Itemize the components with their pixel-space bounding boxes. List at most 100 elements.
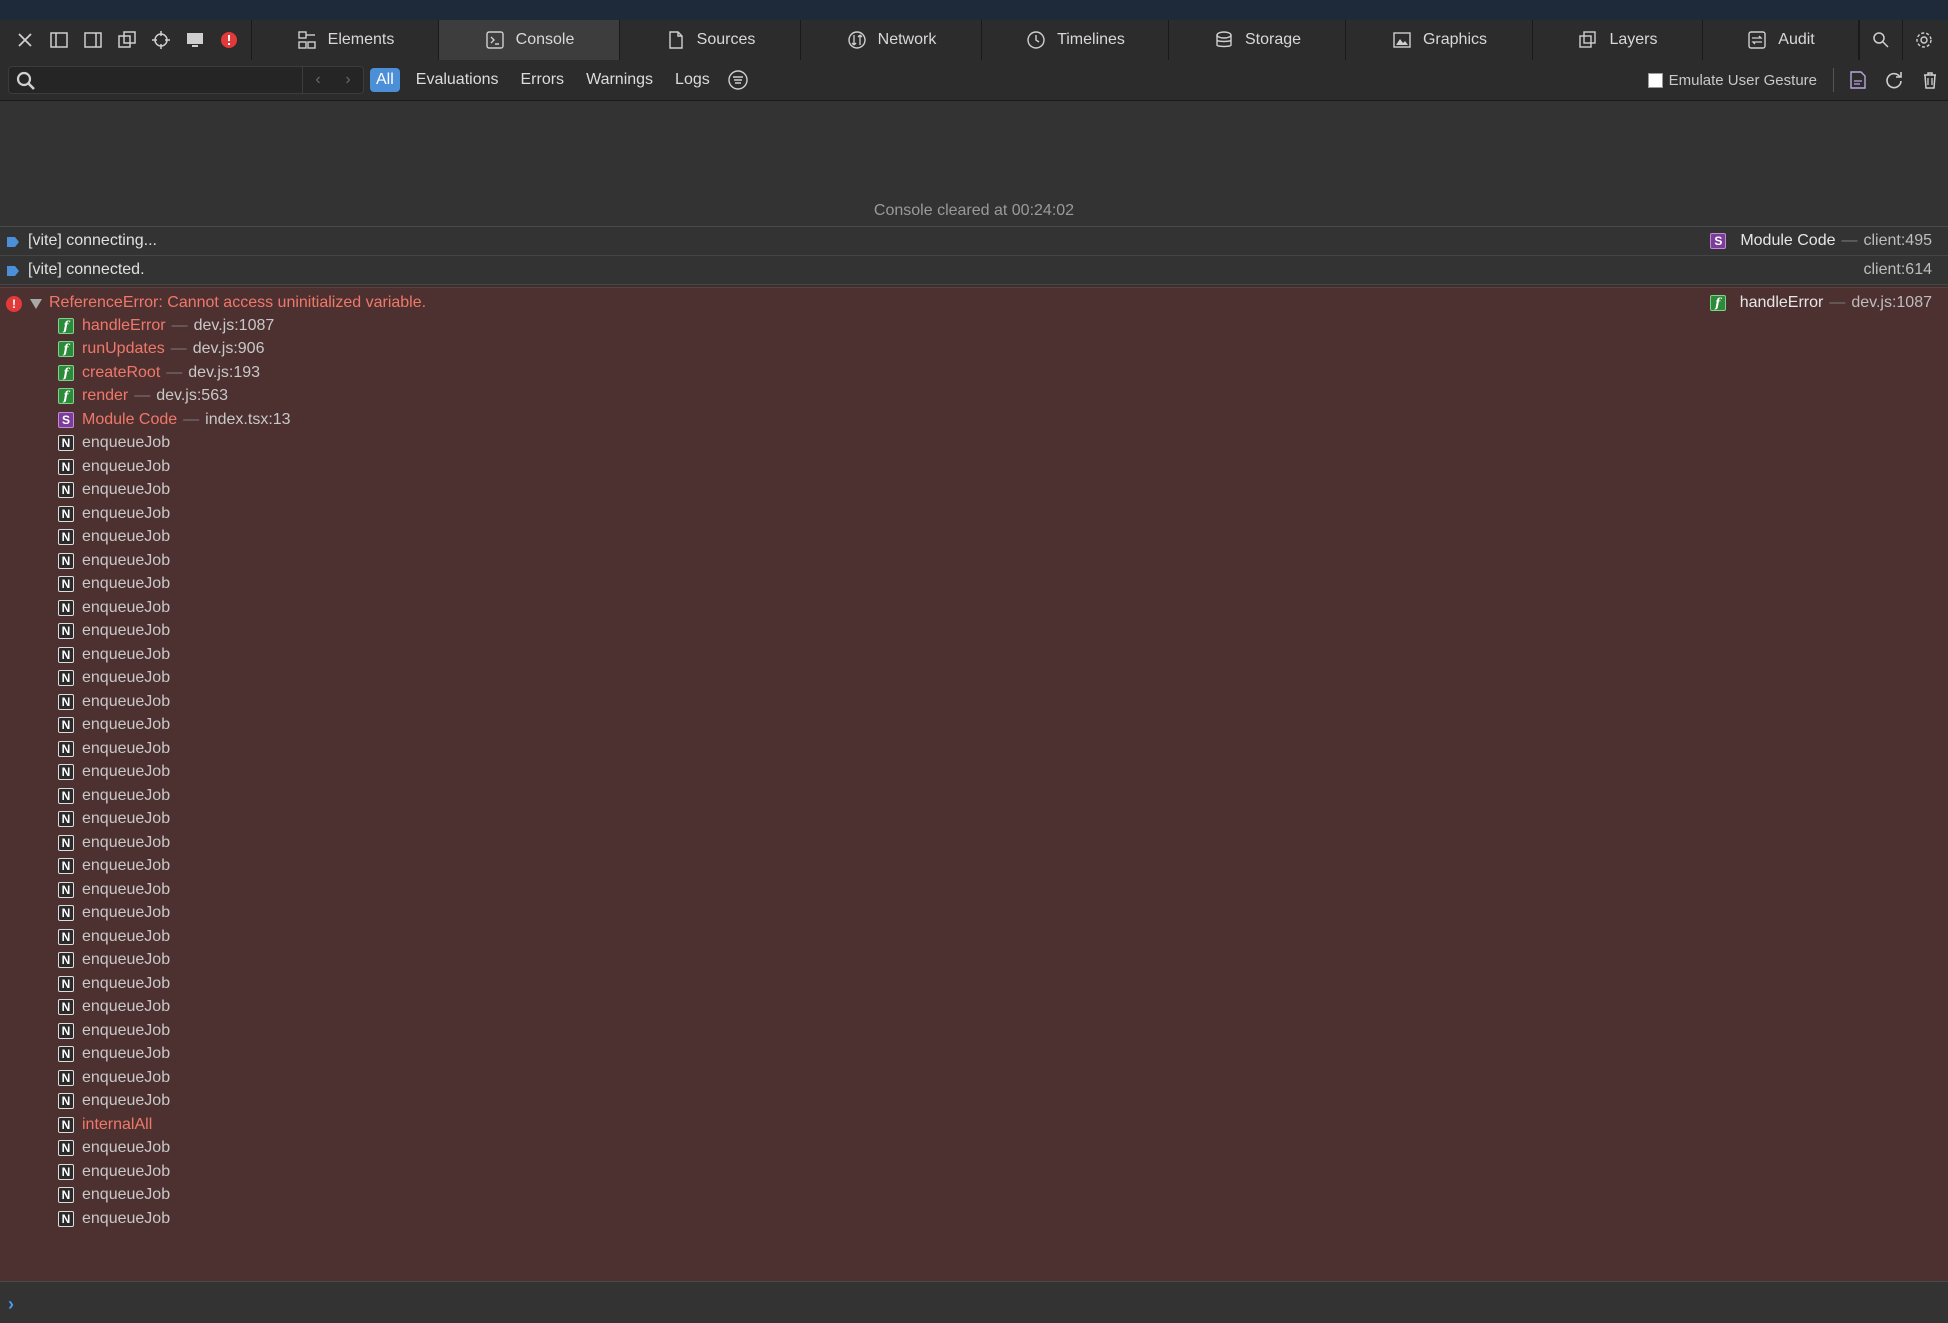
stack-frame[interactable]: NenqueueJob (0, 1019, 1948, 1043)
stack-frame[interactable]: NenqueueJob (0, 972, 1948, 996)
disclosure-triangle-icon[interactable] (30, 299, 42, 309)
frame-function-name: enqueueJob (82, 1209, 171, 1227)
tab-graphics[interactable]: Graphics (1346, 20, 1533, 60)
filter-options-icon[interactable] (726, 68, 750, 92)
tab-console[interactable]: Console (439, 20, 620, 60)
stack-frame[interactable]: NenqueueJob (0, 1066, 1948, 1090)
native-icon: N (58, 928, 74, 945)
stack-frame[interactable]: NenqueueJob (0, 573, 1948, 597)
chevron-left-icon[interactable]: ‹ (303, 67, 333, 93)
device-settings-icon[interactable] (178, 20, 212, 60)
evaluate-js-button[interactable] (1840, 60, 1876, 100)
source-location[interactable]: client:614 (1864, 256, 1933, 284)
filter-all[interactable]: All (370, 68, 400, 92)
stack-frame[interactable]: NenqueueJob (0, 1043, 1948, 1067)
dock-left-icon[interactable] (42, 20, 76, 60)
clear-console-button[interactable] (1912, 60, 1948, 100)
dock-right-icon[interactable] (76, 20, 110, 60)
stack-frame[interactable]: NenqueueJob (0, 643, 1948, 667)
emulate-user-gesture-checkbox[interactable] (1647, 72, 1663, 88)
stack-frame[interactable]: NenqueueJob (0, 690, 1948, 714)
native-icon: N (58, 1210, 74, 1227)
stack-frame[interactable]: f runUpdates — dev.js:906 (0, 338, 1948, 362)
console-input[interactable] (28, 1290, 1932, 1316)
frame-location[interactable]: dev.js:193 (188, 364, 260, 382)
stack-frame[interactable]: NenqueueJob (0, 996, 1948, 1020)
error-message[interactable]: ! ReferenceError: Cannot access uninitia… (0, 287, 1948, 1282)
stack-frame[interactable]: NenqueueJob (0, 784, 1948, 808)
frame-location[interactable]: dev.js:906 (193, 340, 265, 358)
stack-frame[interactable]: NenqueueJob (0, 526, 1948, 550)
stack-frame[interactable]: NenqueueJob (0, 596, 1948, 620)
tab-audit[interactable]: Audit (1703, 20, 1859, 60)
separator: — (171, 316, 188, 334)
tab-sources[interactable]: Sources (620, 20, 801, 60)
frame-function-name: enqueueJob (82, 1162, 171, 1180)
search-icon[interactable] (1859, 20, 1902, 60)
stack-frame[interactable]: NenqueueJob (0, 714, 1948, 738)
stack-frame[interactable]: NenqueueJob (0, 925, 1948, 949)
chevron-right-icon[interactable]: › (333, 67, 363, 93)
stack-frame[interactable]: NenqueueJob (0, 831, 1948, 855)
reload-icon (1886, 72, 1902, 89)
frame-location[interactable]: index.tsx:13 (205, 411, 290, 429)
detach-window-icon[interactable] (110, 20, 144, 60)
frame-function-name: enqueueJob (82, 434, 171, 452)
stack-frame[interactable]: NenqueueJob (0, 737, 1948, 761)
settings-icon[interactable] (1902, 20, 1945, 60)
frame-function-name: enqueueJob (82, 622, 171, 640)
stack-frame[interactable]: NenqueueJob (0, 855, 1948, 879)
stack-frame[interactable]: f createRoot — dev.js:193 (0, 361, 1948, 385)
stack-frame[interactable]: NenqueueJob (0, 1090, 1948, 1114)
console-search-input[interactable] (43, 69, 307, 93)
stack-frame[interactable]: NenqueueJob (0, 1184, 1948, 1208)
close-icon[interactable] (8, 20, 42, 60)
filter-errors[interactable]: Errors (515, 68, 571, 92)
tab-storage[interactable]: Storage (1169, 20, 1346, 60)
message-source[interactable]: S Module Code — client:495 (1710, 227, 1932, 255)
stack-frame[interactable]: NenqueueJob (0, 479, 1948, 503)
source-location[interactable]: client:495 (1864, 227, 1933, 255)
frame-location[interactable]: dev.js:563 (156, 387, 228, 405)
stack-frame[interactable]: S Module Code — index.tsx:13 (0, 408, 1948, 432)
error-breakpoint-icon[interactable] (212, 20, 246, 60)
stack-frame[interactable]: NenqueueJob (0, 878, 1948, 902)
devtools-tab-bar: Elements Console Sources Network Timelin… (0, 20, 1948, 61)
console-message[interactable]: [vite] connecting... S Module Code — cli… (0, 227, 1948, 256)
stack-frame[interactable]: NenqueueJob (0, 432, 1948, 456)
message-source[interactable]: client:614 (1864, 256, 1933, 284)
separator: — (166, 363, 183, 381)
stack-frame[interactable]: NenqueueJob (0, 549, 1948, 573)
filterbar-right-controls: Emulate User Gesture (1647, 60, 1948, 100)
stack-frame[interactable]: NenqueueJob (0, 667, 1948, 691)
tab-layers[interactable]: Layers (1533, 20, 1703, 60)
tab-elements[interactable]: Elements (252, 20, 439, 60)
dock-controls (0, 20, 252, 60)
console-message[interactable]: [vite] connected. client:614 (0, 256, 1948, 285)
stack-frame[interactable]: NenqueueJob (0, 1160, 1948, 1184)
inspect-element-icon[interactable] (144, 20, 178, 60)
native-icon: N (58, 505, 74, 522)
stack-frame[interactable]: NenqueueJob (0, 949, 1948, 973)
filter-warnings[interactable]: Warnings (580, 68, 659, 92)
stack-frame[interactable]: NenqueueJob (0, 808, 1948, 832)
stack-frame[interactable]: NenqueueJob (0, 502, 1948, 526)
search-icon (16, 71, 35, 90)
stack-frame[interactable]: NenqueueJob (0, 1137, 1948, 1161)
stack-frame[interactable]: NenqueueJob (0, 620, 1948, 644)
emulate-user-gesture[interactable]: Emulate User Gesture (1647, 72, 1817, 89)
stack-frame[interactable]: NenqueueJob (0, 761, 1948, 785)
filter-logs[interactable]: Logs (669, 68, 716, 92)
stack-frame[interactable]: NenqueueJob (0, 902, 1948, 926)
stack-frame[interactable]: NenqueueJob (0, 1207, 1948, 1231)
tab-network[interactable]: Network (801, 20, 982, 60)
filter-evaluations[interactable]: Evaluations (410, 68, 505, 92)
frame-location[interactable]: dev.js:1087 (194, 317, 275, 335)
stack-frame[interactable]: NinternalAll (0, 1113, 1948, 1137)
stack-frame[interactable]: f render — dev.js:563 (0, 385, 1948, 409)
stack-frame[interactable]: f handleError — dev.js:1087 (0, 314, 1948, 338)
stack-frame[interactable]: NenqueueJob (0, 455, 1948, 479)
frame-function-name: enqueueJob (82, 763, 171, 781)
reload-button[interactable] (1876, 60, 1912, 100)
tab-timelines[interactable]: Timelines (982, 20, 1169, 60)
